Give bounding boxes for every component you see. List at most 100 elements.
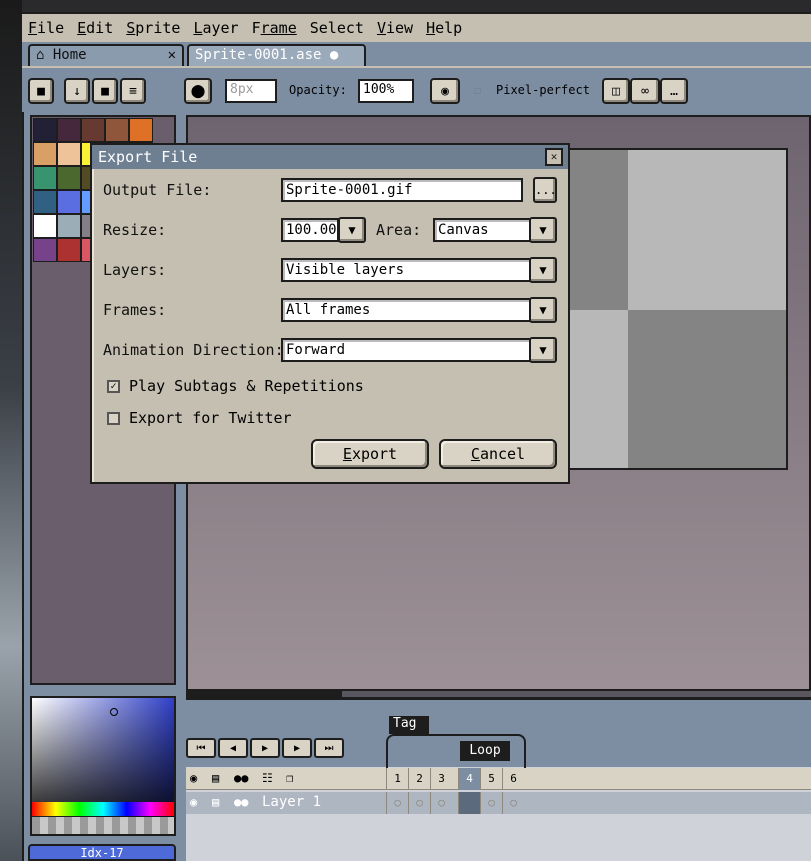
palette-swatch[interactable] bbox=[33, 214, 57, 238]
layers-select[interactable]: Visible layers bbox=[281, 258, 531, 282]
resize-field[interactable]: 100.00 bbox=[281, 218, 339, 242]
palette-swatch[interactable] bbox=[33, 166, 57, 190]
frames-label: Frames: bbox=[103, 301, 167, 319]
cel-6[interactable]: ○ bbox=[502, 792, 524, 814]
play-subtags-row[interactable]: ✓ Play Subtags & Repetitions bbox=[107, 377, 364, 395]
cel-5[interactable]: ○ bbox=[480, 792, 502, 814]
previous-frame-icon[interactable]: ◀ bbox=[218, 738, 248, 758]
palette-swatch[interactable] bbox=[57, 190, 81, 214]
opacity-field[interactable]: 100% bbox=[358, 79, 414, 103]
frame-header-6[interactable]: 6 bbox=[502, 768, 524, 790]
cel-2[interactable]: ○ bbox=[408, 792, 430, 814]
tag-label[interactable]: Tag bbox=[389, 716, 429, 734]
layer-row[interactable]: ◉ ▤ ●● Layer 1 ○ ○ ○ ○ ○ bbox=[186, 792, 811, 814]
frame-header-5[interactable]: 5 bbox=[480, 768, 502, 790]
palette-swatch[interactable] bbox=[57, 238, 81, 262]
palette-swatch[interactable] bbox=[33, 190, 57, 214]
menu-sprite[interactable]: Sprite bbox=[126, 19, 180, 37]
play-subtags-checkbox[interactable]: ✓ bbox=[107, 379, 120, 393]
layer-name[interactable]: Layer 1 bbox=[262, 794, 321, 810]
brush-size-field[interactable]: 8px bbox=[225, 79, 277, 103]
menu-select[interactable]: Select bbox=[310, 19, 364, 37]
menu-file[interactable]: File bbox=[28, 19, 64, 37]
cel-1[interactable]: ○ bbox=[386, 792, 408, 814]
output-file-field[interactable]: Sprite-0001.gif bbox=[281, 178, 523, 202]
menu-layer[interactable]: Layer bbox=[193, 19, 238, 37]
continuous-icon[interactable]: ●● bbox=[234, 771, 248, 785]
export-twitter-label: Export for Twitter bbox=[129, 409, 292, 427]
chevron-down-icon[interactable]: ▼ bbox=[338, 217, 366, 243]
dialog-title[interactable]: Export File bbox=[92, 145, 568, 169]
color-index-label[interactable]: Idx-17 bbox=[28, 844, 176, 861]
tab-home-label: Home bbox=[52, 47, 87, 63]
new-layer-icon[interactable]: ❐ bbox=[286, 771, 293, 785]
chevron-down-icon[interactable]: ▼ bbox=[529, 217, 557, 243]
play-icon[interactable]: ▶ bbox=[250, 738, 280, 758]
next-frame-icon[interactable]: ▶ bbox=[282, 738, 312, 758]
down-arrow-icon[interactable]: ↓ bbox=[64, 78, 90, 104]
close-icon[interactable]: ✕ bbox=[545, 148, 563, 166]
menu-edit[interactable]: Edit bbox=[77, 19, 113, 37]
hue-slider[interactable] bbox=[32, 802, 174, 816]
tab-home[interactable]: ⌂ Home ✕ bbox=[28, 44, 184, 66]
export-twitter-row[interactable]: Export for Twitter bbox=[107, 409, 292, 427]
animation-direction-select[interactable]: Forward bbox=[281, 338, 531, 362]
palette-swatch[interactable] bbox=[33, 238, 57, 262]
chevron-down-icon[interactable]: ▼ bbox=[529, 257, 557, 283]
context-toolbar: ■ ↓ ■ ≡ ⬤ 8px Opacity: 100% ◉ ☐ Pixel-pe… bbox=[22, 66, 811, 112]
export-button[interactable]: Export bbox=[311, 439, 429, 469]
last-frame-icon[interactable]: ⏭ bbox=[314, 738, 344, 758]
palette-swatch[interactable] bbox=[129, 118, 153, 142]
menu-frame[interactable]: Frame bbox=[252, 19, 297, 37]
cancel-button[interactable]: Cancel bbox=[439, 439, 557, 469]
square-icon[interactable]: ■ bbox=[92, 78, 118, 104]
first-frame-icon[interactable]: ⏮ bbox=[186, 738, 216, 758]
ink-icon[interactable]: ◉ bbox=[430, 78, 460, 104]
palette-swatch[interactable] bbox=[57, 118, 81, 142]
export-twitter-checkbox[interactable] bbox=[107, 411, 120, 425]
browse-button[interactable]: ... bbox=[533, 177, 557, 203]
pixel-perfect-checkbox-icon[interactable]: ☐ bbox=[474, 83, 481, 97]
resize-label: Resize: bbox=[103, 221, 167, 239]
symmetry-icon[interactable]: ◫ bbox=[602, 78, 630, 104]
palette-swatch[interactable] bbox=[105, 118, 129, 142]
brush-shape-icon[interactable]: ⬤ bbox=[184, 78, 212, 104]
palette-swatch[interactable] bbox=[57, 142, 81, 166]
eye-icon[interactable]: ◉ bbox=[190, 771, 197, 785]
tab-sprite[interactable]: Sprite-0001.ase ● bbox=[187, 44, 366, 66]
frame-header-1[interactable]: 1 bbox=[386, 768, 408, 790]
chevron-down-icon[interactable]: ▼ bbox=[529, 297, 557, 323]
alpha-slider[interactable] bbox=[32, 817, 174, 834]
more-options-icon[interactable]: … bbox=[660, 78, 688, 104]
continuous-icon[interactable]: ●● bbox=[234, 795, 248, 809]
menu-view[interactable]: View bbox=[377, 19, 413, 37]
frame-header-4[interactable]: 4 bbox=[458, 768, 480, 790]
area-select[interactable]: Canvas bbox=[433, 218, 531, 242]
lock-icon[interactable]: ■ bbox=[28, 78, 54, 104]
animation-direction-label: Animation Direction: bbox=[103, 341, 284, 359]
palette-swatch[interactable] bbox=[81, 118, 105, 142]
cel-4[interactable] bbox=[458, 792, 480, 814]
lock-icon[interactable]: ▤ bbox=[212, 795, 219, 809]
palette-swatch[interactable] bbox=[33, 142, 57, 166]
close-icon[interactable]: ✕ bbox=[168, 47, 176, 63]
frames-select[interactable]: All frames bbox=[281, 298, 531, 322]
cel-3[interactable]: ○ bbox=[430, 792, 452, 814]
menubar: File Edit Sprite Layer Frame Select View… bbox=[22, 14, 811, 42]
loop-label[interactable]: Loop bbox=[460, 741, 510, 761]
eye-icon[interactable]: ◉ bbox=[190, 795, 197, 809]
chevron-down-icon[interactable]: ▼ bbox=[529, 337, 557, 363]
palette-swatch[interactable] bbox=[57, 166, 81, 190]
frame-header-3[interactable]: 3 bbox=[430, 768, 452, 790]
palette-swatch[interactable] bbox=[57, 214, 81, 238]
frame-header-2[interactable]: 2 bbox=[408, 768, 430, 790]
dynamics-icon[interactable]: ∞ bbox=[630, 78, 660, 104]
menu-icon[interactable]: ≡ bbox=[120, 78, 146, 104]
palette-swatch[interactable] bbox=[33, 118, 57, 142]
lock-icon[interactable]: ▤ bbox=[212, 771, 219, 785]
scrollbar-thumb[interactable] bbox=[342, 691, 811, 697]
output-file-label: Output File: bbox=[103, 181, 212, 199]
layers-icon[interactable]: ☷ bbox=[262, 771, 273, 785]
menu-help[interactable]: Help bbox=[426, 19, 462, 37]
sprite-canvas[interactable] bbox=[566, 148, 788, 470]
